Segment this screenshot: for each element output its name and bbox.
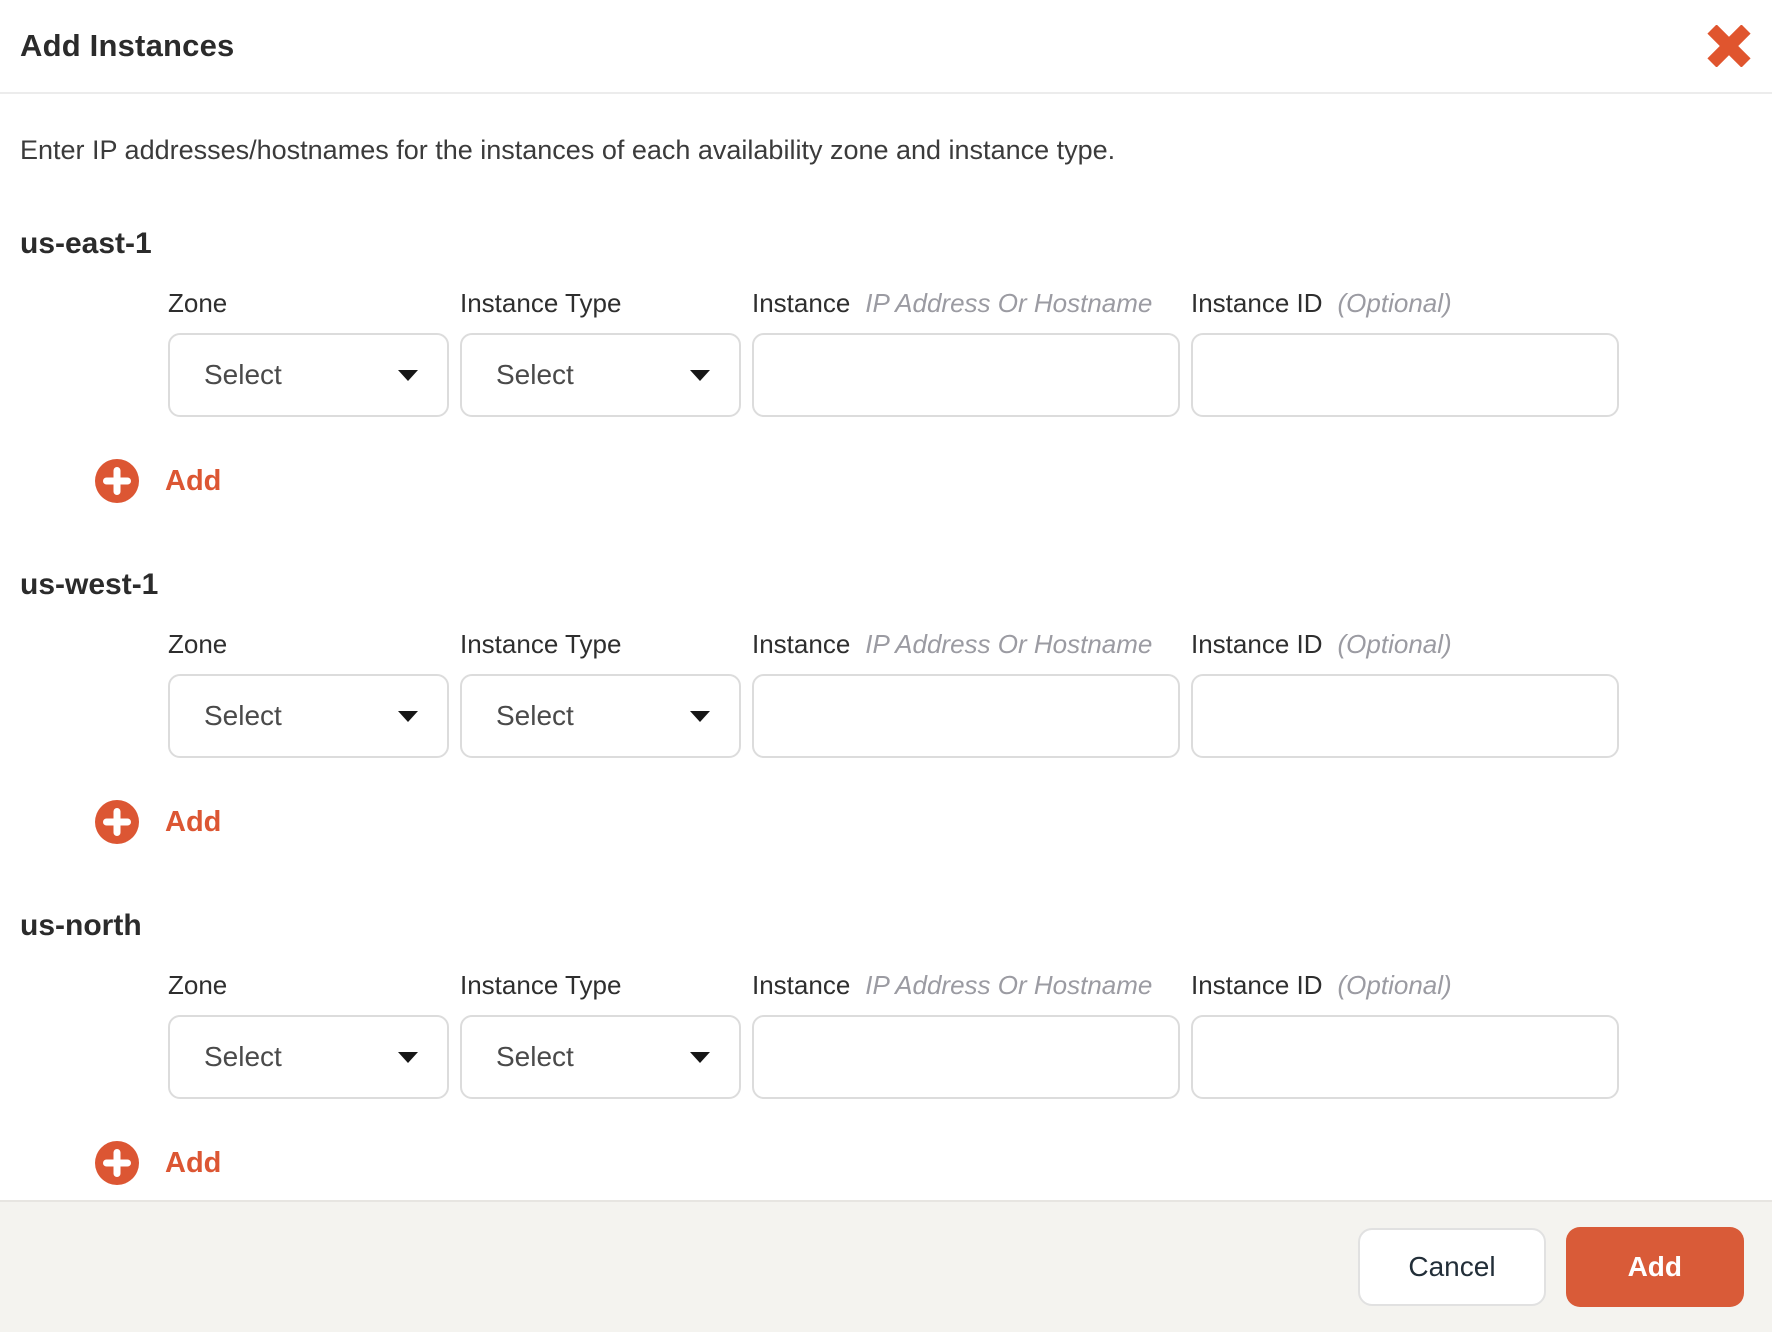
add-button[interactable]: Add — [1565, 1227, 1744, 1307]
instance-type-select[interactable]: Select — [460, 333, 741, 417]
zone-label: Zone — [168, 288, 228, 318]
instance-type-label: Instance Type — [460, 288, 622, 318]
instance-id-input[interactable] — [1191, 333, 1619, 417]
instance-type-select-value: Select — [496, 700, 574, 731]
zone-section-title: us-north — [20, 909, 142, 942]
instance-field: Instance IP Address Or Hostname — [752, 288, 1180, 417]
close-icon — [1707, 25, 1751, 67]
instance-id-label: Instance ID — [1191, 288, 1323, 318]
instance-label: Instance — [752, 288, 851, 318]
zone-field: Zone Select — [168, 288, 449, 417]
zone-field: Zone Select — [168, 629, 449, 758]
plus-circle-icon — [95, 1141, 139, 1185]
instance-type-select-value: Select — [496, 359, 574, 390]
instance-id-field: Instance ID (Optional) — [1191, 970, 1619, 1099]
chevron-down-icon — [397, 709, 419, 723]
add-instance-link[interactable]: Add — [95, 1141, 221, 1185]
instance-type-select[interactable]: Select — [460, 1015, 741, 1099]
chevron-down-icon — [689, 1050, 711, 1064]
chevron-down-icon — [397, 368, 419, 382]
instance-label: Instance — [752, 629, 851, 659]
instance-input[interactable] — [752, 674, 1180, 758]
instance-id-input[interactable] — [1191, 1015, 1619, 1099]
zone-section-us-north: us-north Zone Select Instance Type Selec… — [20, 908, 1752, 1185]
zone-select-value: Select — [204, 700, 282, 731]
instance-id-hint: (Optional) — [1337, 629, 1452, 659]
instance-fields-row: Zone Select Instance Type Select Instanc… — [168, 629, 1752, 758]
instance-field: Instance IP Address Or Hostname — [752, 629, 1180, 758]
zone-section-title: us-east-1 — [20, 227, 152, 260]
instance-id-label: Instance ID — [1191, 629, 1323, 659]
modal-body: Enter IP addresses/hostnames for the ins… — [0, 94, 1772, 1185]
modal-header: Add Instances — [0, 0, 1772, 94]
add-link-label: Add — [165, 805, 222, 838]
instance-hint: IP Address Or Hostname — [865, 970, 1153, 1000]
zone-select[interactable]: Select — [168, 1015, 449, 1099]
instance-hint: IP Address Or Hostname — [865, 288, 1153, 318]
instance-fields-row: Zone Select Instance Type Select Instanc… — [168, 970, 1752, 1099]
instance-id-hint: (Optional) — [1337, 288, 1452, 318]
instance-type-select-value: Select — [496, 1041, 574, 1072]
instance-id-field: Instance ID (Optional) — [1191, 629, 1619, 758]
instance-input[interactable] — [752, 333, 1180, 417]
close-button[interactable] — [1702, 19, 1756, 73]
instance-type-label: Instance Type — [460, 970, 622, 1000]
instance-id-label: Instance ID — [1191, 970, 1323, 1000]
instance-type-field: Instance Type Select — [460, 970, 741, 1099]
zone-select-value: Select — [204, 359, 282, 390]
zone-section-us-east-1: us-east-1 Zone Select Instance Type Sele… — [20, 226, 1752, 503]
add-instance-link[interactable]: Add — [95, 459, 221, 503]
instance-type-field: Instance Type Select — [460, 629, 741, 758]
modal-title: Add Instances — [20, 28, 235, 63]
chevron-down-icon — [397, 1050, 419, 1064]
instance-id-input[interactable] — [1191, 674, 1619, 758]
plus-circle-icon — [95, 459, 139, 503]
chevron-down-icon — [689, 709, 711, 723]
zone-section-us-west-1: us-west-1 Zone Select Instance Type Sele… — [20, 567, 1752, 844]
instance-field: Instance IP Address Or Hostname — [752, 970, 1180, 1099]
zone-section-title: us-west-1 — [20, 568, 159, 601]
zone-label: Zone — [168, 629, 228, 659]
instance-hint: IP Address Or Hostname — [865, 629, 1153, 659]
zone-label: Zone — [168, 970, 228, 1000]
add-link-label: Add — [165, 464, 222, 497]
zone-select[interactable]: Select — [168, 333, 449, 417]
add-link-label: Add — [165, 1146, 222, 1179]
instance-id-field: Instance ID (Optional) — [1191, 288, 1619, 417]
instance-label: Instance — [752, 970, 851, 1000]
instance-type-select[interactable]: Select — [460, 674, 741, 758]
zone-select[interactable]: Select — [168, 674, 449, 758]
add-instances-modal: Add Instances Enter IP addresses/hostnam… — [0, 0, 1772, 1332]
add-instance-link[interactable]: Add — [95, 800, 221, 844]
modal-footer: Cancel Add — [0, 1200, 1772, 1332]
plus-circle-icon — [95, 800, 139, 844]
instance-id-hint: (Optional) — [1337, 970, 1452, 1000]
modal-description: Enter IP addresses/hostnames for the ins… — [20, 135, 1116, 165]
instance-fields-row: Zone Select Instance Type Select Instanc… — [168, 288, 1752, 417]
zone-select-value: Select — [204, 1041, 282, 1072]
chevron-down-icon — [689, 368, 711, 382]
instance-type-label: Instance Type — [460, 629, 622, 659]
cancel-button[interactable]: Cancel — [1358, 1228, 1546, 1306]
zone-field: Zone Select — [168, 970, 449, 1099]
instance-type-field: Instance Type Select — [460, 288, 741, 417]
instance-input[interactable] — [752, 1015, 1180, 1099]
